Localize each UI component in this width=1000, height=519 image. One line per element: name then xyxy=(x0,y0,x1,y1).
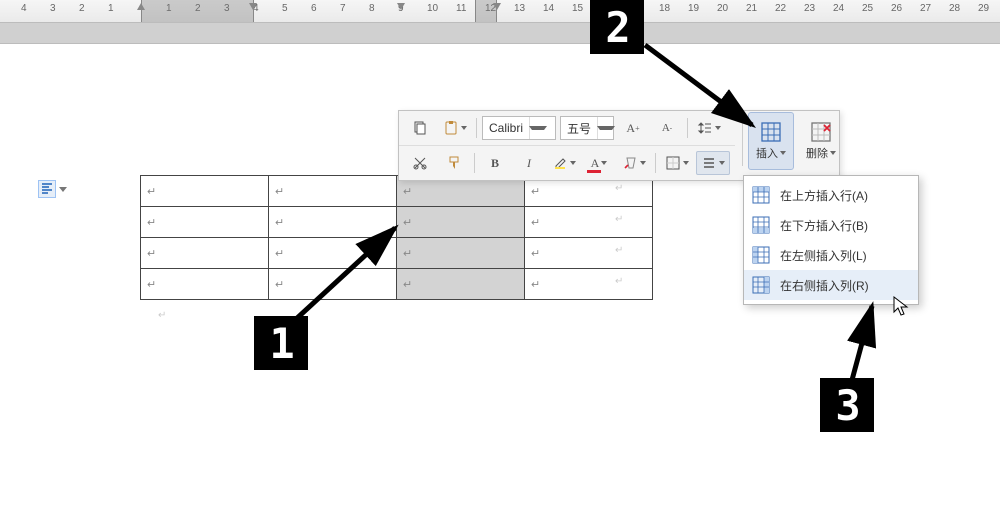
menu-item-insert-1[interactable]: 在下方插入行(B) xyxy=(744,210,918,240)
annotation-arrow-3 xyxy=(842,300,892,390)
row-end-mark: ↵ xyxy=(615,214,623,225)
table-cell[interactable]: ↵ xyxy=(141,269,269,300)
ruler-tick: 5 xyxy=(282,3,288,14)
paragraph-style-badge[interactable] xyxy=(38,180,67,198)
mouse-cursor-icon xyxy=(893,296,911,316)
highlight-button[interactable] xyxy=(547,151,581,175)
table-position-icon xyxy=(752,246,770,264)
paragraph-icon xyxy=(38,180,56,198)
bold-button[interactable]: B xyxy=(479,151,511,175)
ruler-tick: 18 xyxy=(659,3,670,14)
table-cell[interactable]: ↵ xyxy=(397,269,525,300)
row-end-mark: ↵ xyxy=(615,245,623,256)
table-cell[interactable]: ↵ xyxy=(397,207,525,238)
table-position-icon xyxy=(752,216,770,234)
horizontal-ruler[interactable]: 4321123456789101112131415161718192021222… xyxy=(0,0,1000,23)
ruler-selection xyxy=(141,0,254,22)
font-size-select[interactable]: 五号 xyxy=(560,116,614,140)
ruler-tick: 19 xyxy=(688,3,699,14)
indent-marker-icon[interactable] xyxy=(396,2,406,12)
menu-item-insert-0[interactable]: 在上方插入行(A) xyxy=(744,180,918,210)
insert-dropdown-menu: 在上方插入行(A) 在下方插入行(B) 在左侧插入列(L) 在右侧插入列(R) xyxy=(743,175,919,305)
ruler-tick: 4 xyxy=(21,3,27,14)
ruler-tick: 24 xyxy=(833,3,844,14)
paste-button[interactable] xyxy=(438,116,472,140)
table-cell[interactable]: ↵ xyxy=(525,269,653,300)
menu-item-label: 在右侧插入列(R) xyxy=(780,277,869,294)
menu-item-label: 在左侧插入列(L) xyxy=(780,247,867,264)
italic-button[interactable]: I xyxy=(513,151,545,175)
row-end-mark: ↵ xyxy=(615,276,623,287)
ruler-tick: 14 xyxy=(543,3,554,14)
annotation-arrow-2 xyxy=(640,40,770,140)
ruler-tick: 8 xyxy=(369,3,375,14)
table-position-icon xyxy=(752,186,770,204)
ruler-tick: 29 xyxy=(978,3,989,14)
table-cell[interactable]: ↵ xyxy=(525,238,653,269)
ruler-tick: 15 xyxy=(572,3,583,14)
annotation-marker-2: 2 xyxy=(590,0,644,54)
cut-button[interactable] xyxy=(404,151,436,175)
ruler-tick: 26 xyxy=(891,3,902,14)
menu-item-label: 在下方插入行(B) xyxy=(780,217,868,234)
table-cell[interactable]: ↵ xyxy=(141,207,269,238)
table-cell[interactable]: ↵ xyxy=(141,238,269,269)
floating-toolbar: Calibri 五号 A+ A- B I A xyxy=(398,110,840,181)
ruler-tick: 28 xyxy=(949,3,960,14)
ruler-tick: 13 xyxy=(514,3,525,14)
ruler-tick: 7 xyxy=(340,3,346,14)
ruler-tick: 23 xyxy=(804,3,815,14)
table-cell[interactable]: ↵ xyxy=(141,176,269,207)
chevron-down-icon xyxy=(59,187,67,192)
font-color-button[interactable]: A xyxy=(583,151,615,175)
row-end-mark: ↵ xyxy=(615,183,623,194)
menu-item-insert-2[interactable]: 在左侧插入列(L) xyxy=(744,240,918,270)
font-name-select[interactable]: Calibri xyxy=(482,116,556,140)
ruler-tick: 20 xyxy=(717,3,728,14)
ruler-tick: 25 xyxy=(862,3,873,14)
ruler-tick: 22 xyxy=(775,3,786,14)
copy-button[interactable] xyxy=(404,116,436,140)
annotation-arrow-1 xyxy=(290,220,410,330)
ruler-tick: 21 xyxy=(746,3,757,14)
indent-marker-icon[interactable] xyxy=(136,2,146,12)
ruler-divider xyxy=(0,22,1000,44)
ruler-tick: 1 xyxy=(108,3,114,14)
ruler-tick: 3 xyxy=(50,3,56,14)
ruler-tick: 2 xyxy=(79,3,85,14)
ruler-tick: 27 xyxy=(920,3,931,14)
clear-format-button[interactable] xyxy=(617,151,651,175)
table-cell[interactable]: ↵ xyxy=(397,238,525,269)
align-button[interactable] xyxy=(696,151,730,175)
format-painter-button[interactable] xyxy=(438,151,470,175)
menu-item-label: 在上方插入行(A) xyxy=(780,187,868,204)
ruler-tick: 10 xyxy=(427,3,438,14)
borders-button[interactable] xyxy=(660,151,694,175)
table-position-icon xyxy=(752,276,770,294)
insert-label: 插入 xyxy=(756,145,778,161)
delete-menu-button[interactable]: 删除 xyxy=(798,112,844,170)
indent-marker-icon[interactable] xyxy=(492,2,502,12)
paragraph-mark: ↵ xyxy=(158,310,166,321)
table-cell[interactable]: ↵ xyxy=(525,207,653,238)
indent-marker-icon[interactable] xyxy=(248,2,258,12)
menu-item-insert-3[interactable]: 在右侧插入列(R) xyxy=(744,270,918,300)
ruler-tick: 6 xyxy=(311,3,317,14)
table-delete-icon xyxy=(810,121,832,143)
ruler-tick: 11 xyxy=(456,3,466,14)
delete-label: 删除 xyxy=(806,145,828,161)
table-cell[interactable]: ↵ xyxy=(269,176,397,207)
